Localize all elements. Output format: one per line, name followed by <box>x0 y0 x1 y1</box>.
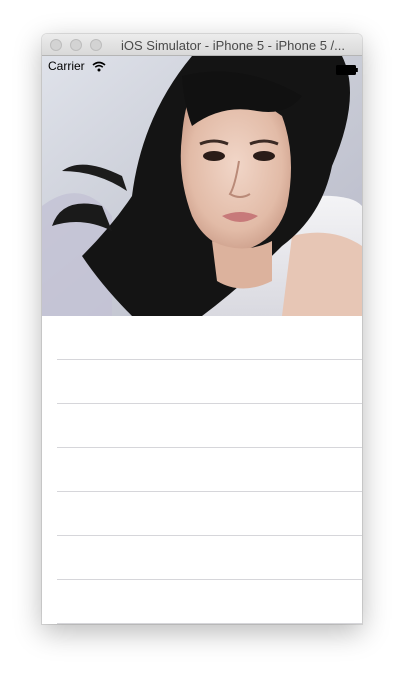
table-row[interactable] <box>42 492 362 536</box>
device-screen: Carrier <box>42 56 362 624</box>
status-bar: Carrier <box>42 56 362 76</box>
carrier-label: Carrier <box>48 59 85 73</box>
window-titlebar[interactable]: iOS Simulator - iPhone 5 - iPhone 5 /... <box>42 34 362 56</box>
table-row[interactable] <box>42 448 362 492</box>
wifi-icon <box>92 59 106 77</box>
table-view[interactable] <box>42 316 362 624</box>
table-row[interactable] <box>42 360 362 404</box>
zoom-window-button[interactable] <box>90 39 102 51</box>
minimize-window-button[interactable] <box>70 39 82 51</box>
portrait-photo-image <box>42 56 362 316</box>
table-row[interactable] <box>42 404 362 448</box>
battery-icon <box>336 62 358 75</box>
table-row[interactable] <box>42 536 362 580</box>
close-window-button[interactable] <box>50 39 62 51</box>
simulator-window: iOS Simulator - iPhone 5 - iPhone 5 /... <box>42 34 362 624</box>
table-row[interactable] <box>42 580 362 624</box>
header-photo <box>42 56 362 316</box>
window-title: iOS Simulator - iPhone 5 - iPhone 5 /... <box>121 38 345 53</box>
table-row[interactable] <box>42 316 362 360</box>
